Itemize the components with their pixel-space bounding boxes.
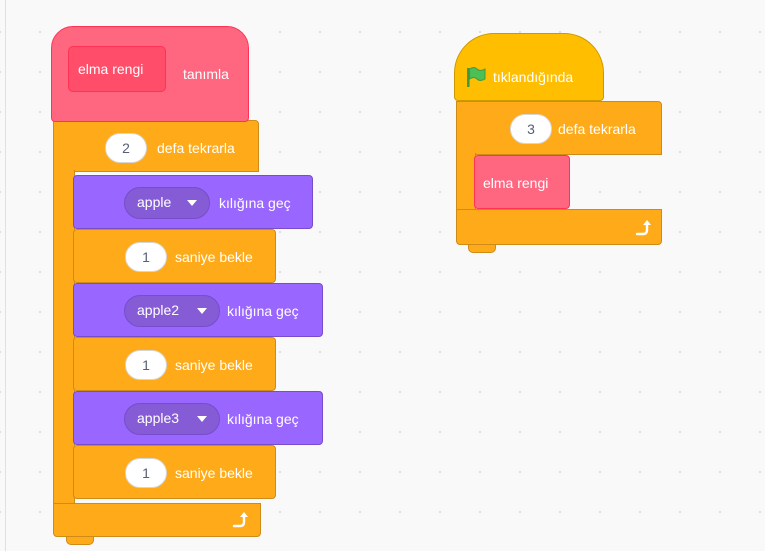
custom-block-prototype[interactable]: elma rengi xyxy=(68,46,166,92)
wait-label: saniye bekle xyxy=(175,465,253,481)
repeat-label: defa tekrarla xyxy=(157,140,235,156)
costume-dropdown-value: apple3 xyxy=(137,410,180,426)
define-keyword: tanımla xyxy=(183,66,229,82)
define-hat-block[interactable]: elma rengi tanımla xyxy=(51,26,249,122)
switch-costume-block[interactable]: apple2 kılığına geç xyxy=(73,283,323,337)
repeat-block-footer[interactable] xyxy=(53,503,261,537)
wait-block[interactable]: 1 saniye bekle xyxy=(73,445,276,499)
wait-seconds-input[interactable]: 1 xyxy=(125,242,167,272)
switch-costume-block[interactable]: apple kılığına geç xyxy=(73,175,313,229)
dropdown-caret-icon xyxy=(197,308,207,314)
repeat-count-input[interactable]: 3 xyxy=(510,114,552,144)
loop-arrow-icon xyxy=(635,220,651,236)
repeat-block[interactable]: 3 defa tekrarla xyxy=(456,101,662,155)
wait-block[interactable]: 1 saniye bekle xyxy=(73,337,276,391)
repeat-block-arm xyxy=(456,153,476,215)
hat-label: tıklandığında xyxy=(493,69,574,85)
dropdown-caret-icon xyxy=(197,416,207,422)
repeat-count-input[interactable]: 2 xyxy=(105,133,147,163)
costume-dropdown[interactable]: apple3 xyxy=(124,403,220,435)
costume-dropdown-value: apple2 xyxy=(137,302,180,318)
custom-block-call[interactable]: elma rengi xyxy=(474,155,570,209)
repeat-label: defa tekrarla xyxy=(558,121,636,137)
when-flag-clicked-hat[interactable]: tıklandığında xyxy=(454,33,604,101)
prototype-label: elma rengi xyxy=(78,61,144,77)
repeat-block-footer[interactable] xyxy=(456,209,662,245)
wait-label: saniye bekle xyxy=(175,357,253,373)
wait-seconds-input[interactable]: 1 xyxy=(125,458,167,488)
dropdown-caret-icon xyxy=(187,200,197,206)
switch-costume-label: kılığına geç xyxy=(219,195,291,211)
costume-dropdown[interactable]: apple xyxy=(124,187,210,219)
wait-label: saniye bekle xyxy=(175,249,253,265)
repeat-block-arm xyxy=(53,170,75,506)
switch-costume-block[interactable]: apple3 kılığına geç xyxy=(73,391,323,445)
wait-seconds-input[interactable]: 1 xyxy=(125,350,167,380)
switch-costume-label: kılığına geç xyxy=(227,303,299,319)
code-canvas[interactable]: elma rengi tanımla 2 defa tekrarla apple… xyxy=(5,0,765,551)
repeat-block[interactable]: 2 defa tekrarla xyxy=(53,120,259,172)
wait-block[interactable]: 1 saniye bekle xyxy=(73,229,276,283)
green-flag-icon xyxy=(467,67,486,87)
custom-block-call-label: elma rengi xyxy=(483,175,549,191)
costume-dropdown-value: apple xyxy=(137,194,172,210)
switch-costume-label: kılığına geç xyxy=(227,411,299,427)
loop-arrow-icon xyxy=(232,512,248,528)
costume-dropdown[interactable]: apple2 xyxy=(124,295,220,327)
